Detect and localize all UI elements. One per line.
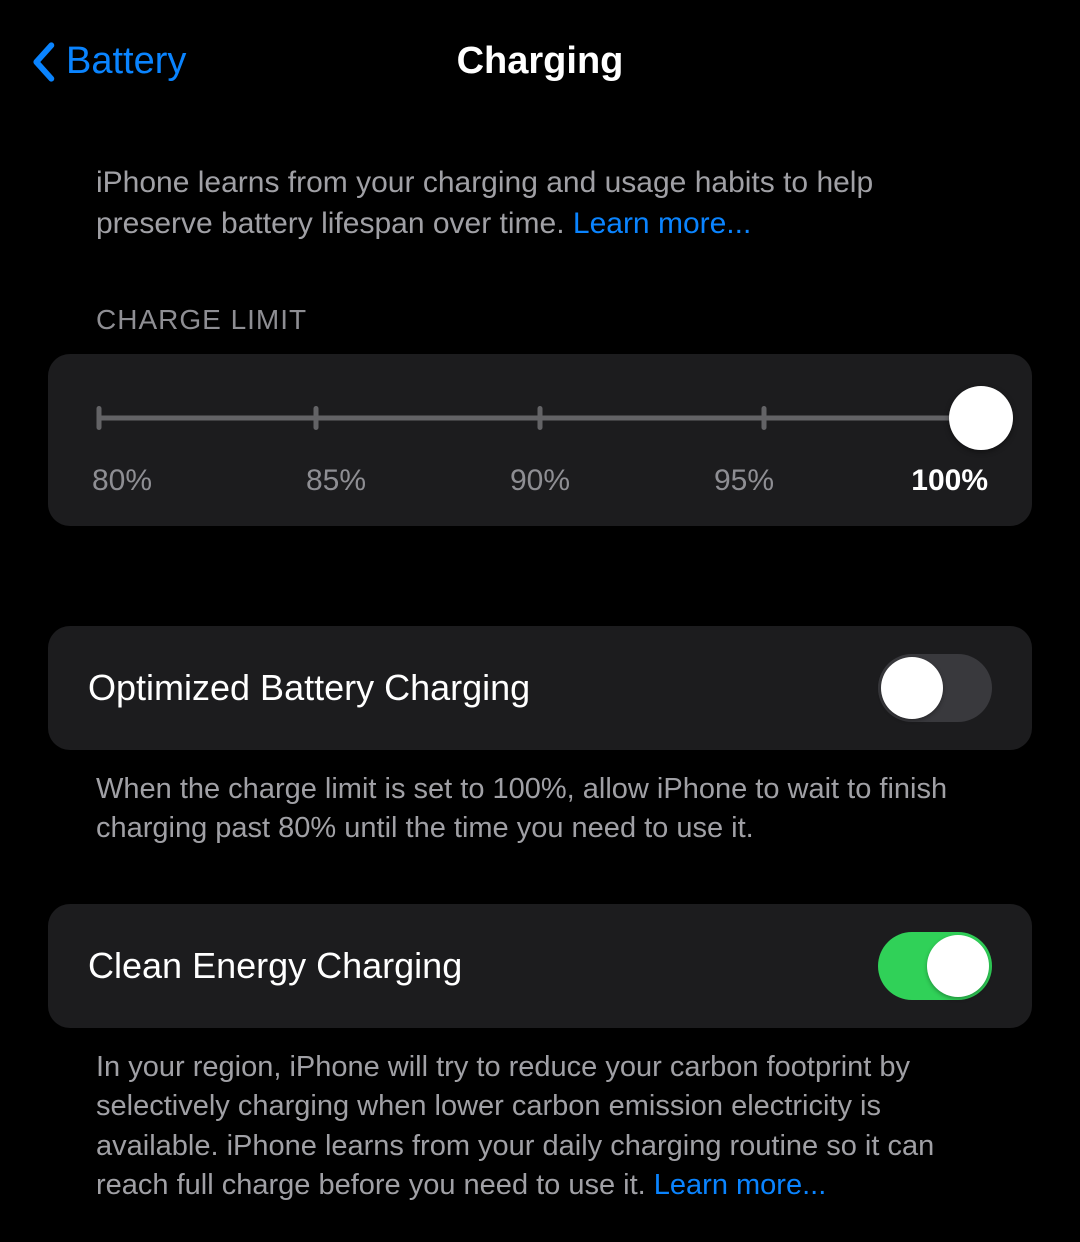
slider-label-100: 100% (908, 464, 988, 498)
slider-label-80: 80% (92, 464, 172, 498)
clean-energy-toggle[interactable] (878, 932, 992, 1000)
clean-energy-description: In your region, iPhone will try to reduc… (48, 1028, 1032, 1205)
toggle-knob (881, 657, 943, 719)
intro-description: iPhone learns from your charging and usa… (48, 163, 1032, 244)
slider-tick (97, 406, 102, 430)
slider-tick (538, 406, 543, 430)
toggle-knob (927, 935, 989, 997)
slider-label-90: 90% (500, 464, 580, 498)
clean-energy-learn-more-link[interactable]: Learn more... (654, 1169, 826, 1201)
slider-tick (314, 406, 319, 430)
slider-label-95: 95% (704, 464, 784, 498)
chevron-left-icon (30, 42, 56, 82)
intro-text: iPhone learns from your charging and usa… (96, 166, 873, 240)
optimized-charging-label: Optimized Battery Charging (88, 667, 530, 709)
optimized-charging-toggle[interactable] (878, 654, 992, 722)
charge-limit-slider[interactable] (92, 398, 988, 438)
back-button[interactable]: Battery (30, 40, 186, 83)
nav-bar: Battery Charging (0, 0, 1080, 103)
slider-tick (762, 406, 767, 430)
optimized-charging-row: Optimized Battery Charging (48, 626, 1032, 750)
charge-limit-header: CHARGE LIMIT (48, 304, 1032, 336)
back-label: Battery (66, 40, 186, 83)
intro-learn-more-link[interactable]: Learn more... (573, 207, 751, 240)
content: iPhone learns from your charging and usa… (0, 103, 1080, 1205)
page-title: Charging (457, 40, 624, 83)
clean-energy-label: Clean Energy Charging (88, 945, 462, 987)
slider-thumb[interactable] (949, 386, 1013, 450)
slider-labels: 80% 85% 90% 95% 100% (92, 464, 988, 498)
slider-label-85: 85% (296, 464, 376, 498)
optimized-charging-description: When the charge limit is set to 100%, al… (48, 750, 1032, 848)
charge-limit-slider-container: 80% 85% 90% 95% 100% (48, 354, 1032, 526)
clean-energy-row: Clean Energy Charging (48, 904, 1032, 1028)
